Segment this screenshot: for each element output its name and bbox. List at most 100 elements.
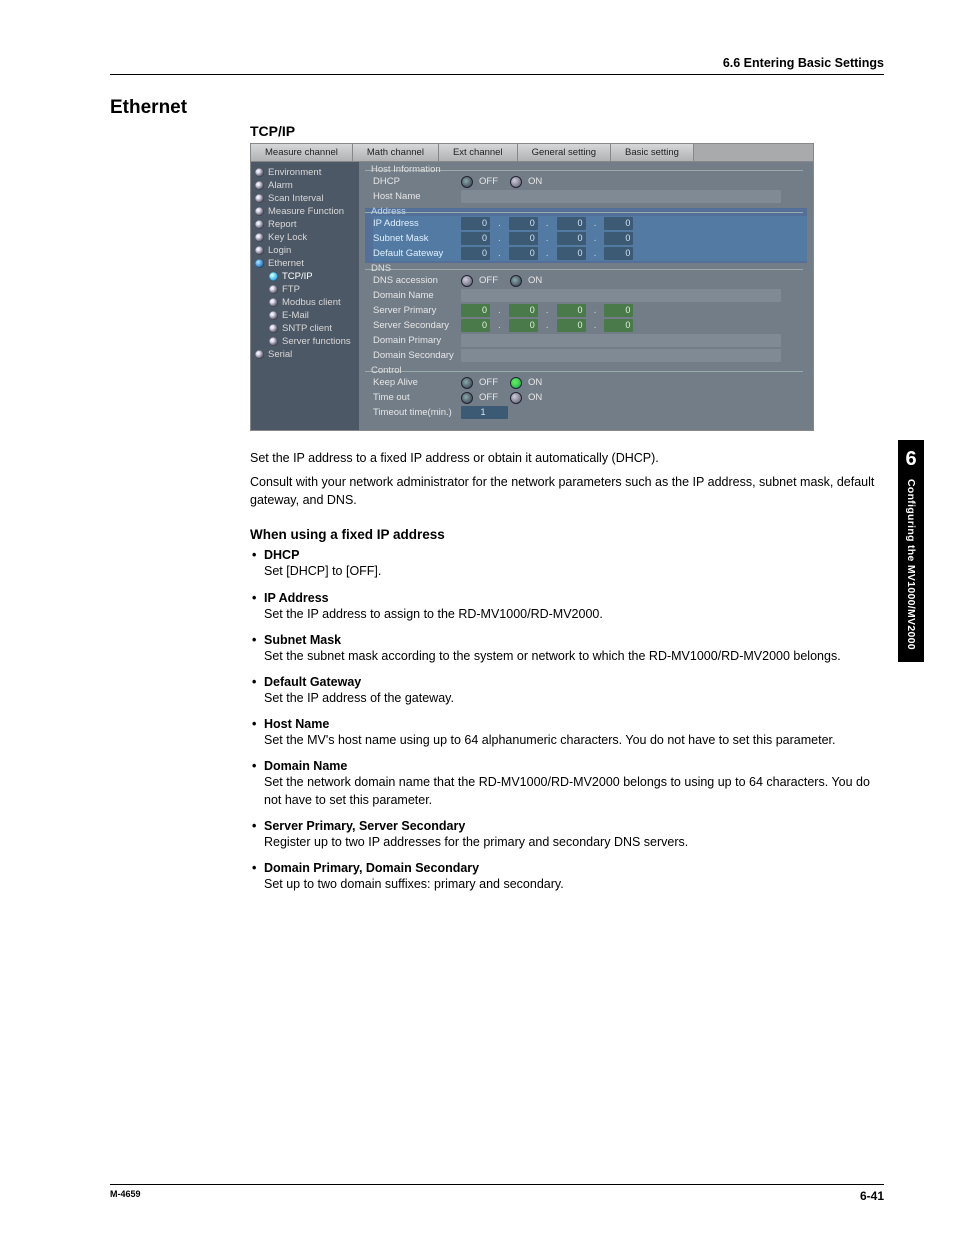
radio-timeout-off[interactable]: [461, 392, 473, 404]
radio-keepalive-off[interactable]: [461, 377, 473, 389]
tree-item-tcp-ip[interactable]: TCP/IP: [251, 270, 359, 283]
tree-item-sntp-client[interactable]: SNTP client: [251, 322, 359, 335]
label-host-name: Host Name: [373, 191, 455, 202]
input-domain-name[interactable]: [461, 289, 781, 302]
input-host-name[interactable]: [461, 190, 781, 203]
bullet-item: Server Primary, Server SecondaryRegister…: [250, 819, 884, 851]
bullet-list: DHCPSet [DHCP] to [OFF].IP AddressSet th…: [250, 548, 884, 893]
page-footer: M-4659 6-41: [110, 1184, 884, 1203]
tree-bullet-icon: [269, 298, 278, 307]
bullet-body: Set the network domain name that the RD-…: [250, 773, 884, 809]
bullet-body: Set the subnet mask according to the sys…: [250, 647, 884, 665]
tree-label: Server functions: [282, 335, 351, 348]
ip-oct-2[interactable]: 0: [509, 217, 538, 230]
radio-dns-on[interactable]: [510, 275, 522, 287]
label-dns-accession: DNS accession: [373, 275, 455, 286]
tcpip-screenshot: Measure channel Math channel Ext channel…: [250, 143, 814, 431]
group-control: Control Keep Alive OFF ON Time out OFF: [365, 367, 807, 422]
ip-oct-1[interactable]: 0: [461, 217, 490, 230]
label-timeout-time: Timeout time(min.): [373, 407, 455, 418]
legend-host-info: Host Information: [369, 164, 443, 175]
tree-label: Scan Interval: [268, 192, 323, 205]
tree-label: Measure Function: [268, 205, 344, 218]
tab-ext-channel[interactable]: Ext channel: [439, 144, 518, 162]
tree-bullet-icon: [269, 285, 278, 294]
bullet-item: IP AddressSet the IP address to assign t…: [250, 591, 884, 623]
legend-control: Control: [369, 365, 404, 376]
bullet-body: Set the IP address to assign to the RD-M…: [250, 605, 884, 623]
tree-label: Modbus client: [282, 296, 341, 309]
input-timeout-time[interactable]: 1: [461, 406, 508, 419]
tree-label: Login: [268, 244, 291, 257]
input-domain-secondary[interactable]: [461, 349, 781, 362]
tree-label: SNTP client: [282, 322, 332, 335]
radio-timeout-on[interactable]: [510, 392, 522, 404]
bullet-item: Domain NameSet the network domain name t…: [250, 759, 884, 809]
radio-keepalive-on[interactable]: [510, 377, 522, 389]
tree-label: Key Lock: [268, 231, 307, 244]
tree-bullet-icon: [269, 324, 278, 333]
ip-oct-4[interactable]: 0: [604, 217, 633, 230]
config-tabs: Measure channel Math channel Ext channel…: [251, 144, 813, 162]
tree-item-e-mail[interactable]: E-Mail: [251, 309, 359, 322]
tree-item-serial[interactable]: Serial: [251, 348, 359, 361]
label-dhcp: DHCP: [373, 176, 455, 187]
label-default-gateway: Default Gateway: [373, 248, 455, 259]
tree-label: TCP/IP: [282, 270, 313, 283]
bullet-body: Set the MV's host name using up to 64 al…: [250, 731, 884, 749]
legend-dns: DNS: [369, 263, 393, 274]
radio-dhcp-off[interactable]: [461, 176, 473, 188]
bullet-head: Host Name: [250, 717, 884, 731]
tree-label: Ethernet: [268, 257, 304, 270]
tree-item-report[interactable]: Report: [251, 218, 359, 231]
page-header: 6.6 Entering Basic Settings: [110, 56, 884, 75]
input-domain-primary[interactable]: [461, 334, 781, 347]
radio-dhcp-on[interactable]: [510, 176, 522, 188]
bullet-head: IP Address: [250, 591, 884, 605]
bullet-head: Subnet Mask: [250, 633, 884, 647]
bullet-head: Server Primary, Server Secondary: [250, 819, 884, 833]
legend-address: Address: [369, 206, 408, 217]
tree-item-server-functions[interactable]: Server functions: [251, 335, 359, 348]
bullet-head: DHCP: [250, 548, 884, 562]
tree-item-environment[interactable]: Environment: [251, 166, 359, 179]
label-domain-secondary: Domain Secondary: [373, 350, 455, 361]
tree-bullet-icon: [255, 233, 264, 242]
tab-basic-setting[interactable]: Basic setting: [611, 144, 694, 162]
tree-bullet-icon: [255, 168, 264, 177]
tree-bullet-icon: [269, 311, 278, 320]
label-ip-address: IP Address: [373, 218, 455, 229]
bullet-body: Set up to two domain suffixes: primary a…: [250, 875, 884, 893]
subsection-title: TCP/IP: [250, 123, 884, 139]
tab-math-channel[interactable]: Math channel: [353, 144, 439, 162]
tree-item-ftp[interactable]: FTP: [251, 283, 359, 296]
bullet-item: Subnet MaskSet the subnet mask according…: [250, 633, 884, 665]
bullet-item: Host NameSet the MV's host name using up…: [250, 717, 884, 749]
tree-item-ethernet[interactable]: Ethernet: [251, 257, 359, 270]
bullet-body: Set [DHCP] to [OFF].: [250, 562, 884, 580]
tree-item-measure-function[interactable]: Measure Function: [251, 205, 359, 218]
tree-bullet-icon: [255, 207, 264, 216]
tree-item-scan-interval[interactable]: Scan Interval: [251, 192, 359, 205]
label-server-primary: Server Primary: [373, 305, 455, 316]
radio-dns-off[interactable]: [461, 275, 473, 287]
tree-item-key-lock[interactable]: Key Lock: [251, 231, 359, 244]
footer-page-number: 6-41: [860, 1189, 884, 1203]
tree-bullet-icon: [255, 350, 264, 359]
chapter-title: Configuring the MV1000/MV2000: [905, 479, 917, 650]
tab-measure-channel[interactable]: Measure channel: [251, 144, 353, 162]
tree-item-modbus-client[interactable]: Modbus client: [251, 296, 359, 309]
label-keep-alive: Keep Alive: [373, 377, 455, 388]
tree-item-login[interactable]: Login: [251, 244, 359, 257]
tree-bullet-icon: [255, 259, 264, 268]
tree-bullet-icon: [255, 246, 264, 255]
breadcrumb: 6.6 Entering Basic Settings: [723, 56, 884, 70]
footer-doc-id: M-4659: [110, 1189, 141, 1203]
tree-item-alarm[interactable]: Alarm: [251, 179, 359, 192]
tree-label: Alarm: [268, 179, 293, 192]
ip-oct-3[interactable]: 0: [557, 217, 586, 230]
heading-fixed-ip: When using a fixed IP address: [250, 527, 884, 542]
bullet-item: DHCPSet [DHCP] to [OFF].: [250, 548, 884, 580]
group-dns: DNS DNS accession OFF ON Domain Name: [365, 265, 807, 365]
tab-general-setting[interactable]: General setting: [518, 144, 611, 162]
